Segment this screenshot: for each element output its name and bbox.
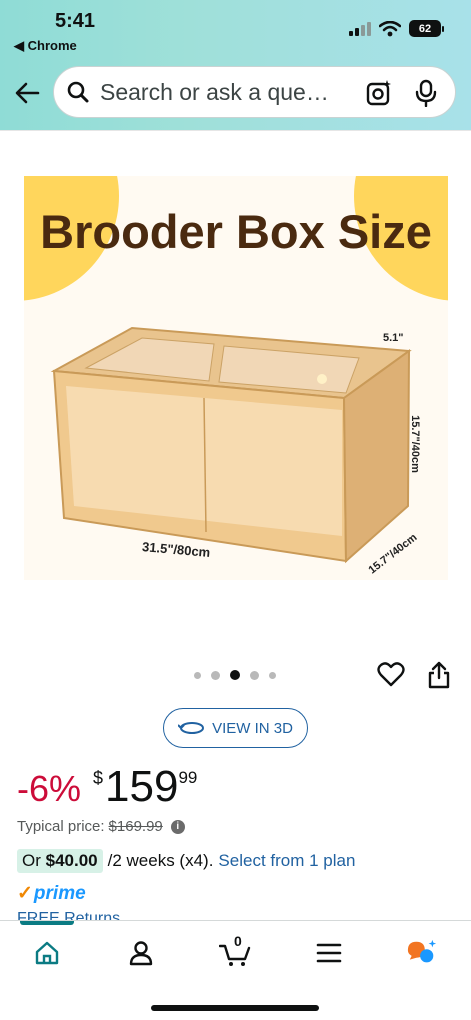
home-icon — [35, 941, 59, 965]
info-icon[interactable]: i — [170, 819, 185, 834]
heart-icon[interactable] — [377, 661, 405, 687]
battery-icon: 62 — [409, 20, 444, 37]
plan-amount-badge: Or $40.00 — [17, 849, 103, 873]
plan-terms: /2 weeks (x4). — [107, 851, 214, 870]
typical-price-value: $169.99 — [108, 818, 163, 835]
price-row: -6% $ 159 99 — [17, 762, 197, 812]
microphone-icon[interactable] — [413, 79, 439, 107]
dimension-height: 15.7"/40cm — [408, 415, 421, 473]
plan-prefix: Or — [22, 851, 46, 870]
account-icon — [129, 941, 153, 966]
header-divider — [0, 130, 471, 131]
view-in-3d-label: VIEW IN 3D — [212, 719, 293, 737]
carousel-dot[interactable] — [211, 670, 220, 680]
rotate-3d-icon — [178, 722, 205, 734]
plan-amount: $40.00 — [45, 851, 98, 870]
home-indicator-bar — [151, 1005, 319, 1011]
status-icons: 62 — [349, 20, 444, 37]
prime-check-icon: ✓ — [17, 883, 33, 904]
select-plan-link[interactable]: Select from 1 plan — [218, 851, 355, 871]
back-arrow-icon[interactable] — [12, 78, 42, 108]
carousel-dot-active[interactable] — [230, 670, 240, 680]
image-carousel-dots[interactable] — [194, 670, 276, 680]
carousel-dot[interactable] — [194, 671, 201, 679]
search-placeholder: Search or ask a que… — [100, 78, 329, 105]
menu-icon — [316, 943, 342, 963]
top-header: 5:41 ◀ Chrome 62 Search or ask a que… — [0, 0, 471, 130]
search-icon — [67, 81, 89, 103]
dimension-lid: 5.1" — [383, 332, 404, 344]
typical-price: Typical price: $169.99 i — [17, 818, 185, 835]
typical-price-label: Typical price: — [17, 818, 105, 835]
status-time: 5:41 — [55, 10, 96, 32]
view-in-3d-button[interactable]: VIEW IN 3D — [163, 708, 308, 748]
bottom-navigation: 0 — [0, 920, 471, 1020]
nav-home[interactable] — [31, 937, 63, 969]
nav-menu[interactable] — [313, 937, 345, 969]
product-image[interactable]: Brooder Box Size 31.5"/80cm 15.7"/40cm 1… — [24, 176, 448, 580]
cart-count: 0 — [234, 933, 242, 949]
carousel-dot[interactable] — [250, 670, 259, 680]
camera-lens-icon[interactable] — [365, 79, 393, 107]
nav-account[interactable] — [125, 937, 157, 969]
price-whole: 159 — [105, 762, 179, 811]
installment-plan: Or $40.00 /2 weeks (x4). Select from 1 p… — [17, 849, 355, 873]
signal-icon — [349, 21, 371, 36]
carousel-dot[interactable] — [269, 671, 276, 679]
back-to-app-link[interactable]: ◀ Chrome — [14, 38, 77, 54]
nav-rufus[interactable] — [406, 937, 438, 969]
prime-badge: ✓ prime — [17, 882, 86, 905]
share-icon[interactable] — [427, 661, 451, 689]
discount-percentage: -6% — [17, 768, 82, 809]
wifi-icon — [379, 20, 401, 36]
image-title: Brooder Box Size — [40, 205, 432, 258]
nav-cart[interactable]: 0 — [219, 933, 251, 969]
search-input[interactable]: Search or ask a que… — [53, 66, 456, 118]
prime-label: prime — [33, 882, 86, 904]
active-tab-indicator — [20, 921, 74, 925]
price-cents: 99 — [178, 768, 198, 787]
rufus-chat-icon — [407, 939, 437, 963]
price-currency: $ — [93, 768, 104, 788]
